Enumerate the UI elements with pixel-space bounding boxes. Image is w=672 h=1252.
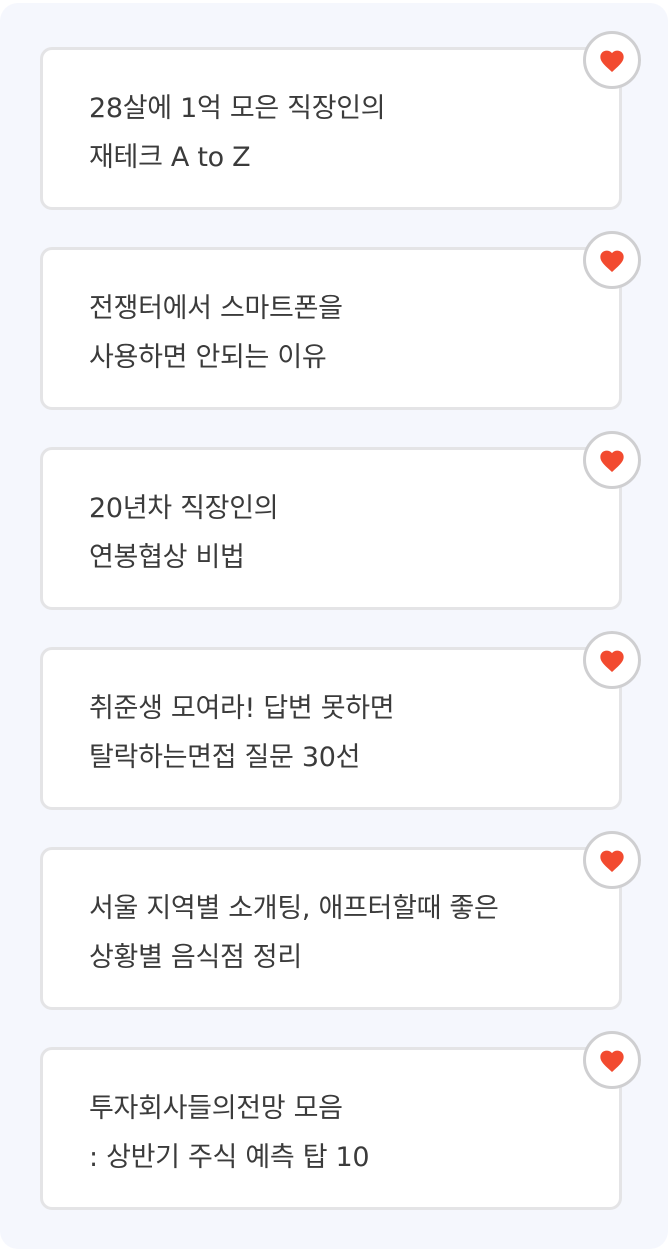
item-title-line-2: 탈락하는면접 질문 30선 <box>89 742 361 773</box>
item-title-line-1: 20년차 직장인의 <box>89 493 279 524</box>
favorites-panel: 28살에 1억 모은 직장인의 재테크 A to Z 전쟁터에서 스마트폰을 사… <box>0 3 668 1249</box>
item-title: 28살에 1억 모은 직장인의 재테크 A to Z <box>89 84 579 182</box>
item-title-line-1: 취준생 모여라! 답변 못하면 <box>89 693 395 724</box>
list-item[interactable]: 전쟁터에서 스마트폰을 사용하면 안되는 이유 <box>40 231 641 410</box>
list-item[interactable]: 투자회사들의전망 모음 : 상반기 주식 예측 탑 10 <box>40 1031 641 1210</box>
list-item[interactable]: 20년차 직장인의 연봉협상 비법 <box>40 431 641 610</box>
heart-icon <box>600 250 624 273</box>
item-title-line-2: 상황별 음식점 정리 <box>89 942 302 973</box>
item-title-line-2: 재테크 A to Z <box>89 142 251 173</box>
heart-icon <box>600 1050 624 1073</box>
heart-icon <box>600 650 624 673</box>
favorites-list: 28살에 1억 모은 직장인의 재테크 A to Z 전쟁터에서 스마트폰을 사… <box>40 31 641 1247</box>
item-title-line-1: 투자회사들의전망 모음 <box>89 1093 343 1124</box>
item-title: 20년차 직장인의 연봉협상 비법 <box>89 484 579 582</box>
item-title-line-2: 사용하면 안되는 이유 <box>89 342 327 373</box>
item-title-line-2: : 상반기 주식 예측 탑 10 <box>89 1142 370 1173</box>
item-title-line-1: 서울 지역별 소개팅, 애프터할때 좋은 <box>89 893 499 924</box>
favorite-button[interactable] <box>583 831 641 889</box>
favorite-button[interactable] <box>583 1031 641 1089</box>
item-title-line-2: 연봉협상 비법 <box>89 542 245 573</box>
list-item[interactable]: 28살에 1억 모은 직장인의 재테크 A to Z <box>40 31 641 210</box>
item-title-line-1: 28살에 1억 모은 직장인의 <box>89 93 386 124</box>
favorite-button[interactable] <box>583 31 641 89</box>
item-title: 취준생 모여라! 답변 못하면 탈락하는면접 질문 30선 <box>89 684 579 782</box>
item-title: 투자회사들의전망 모음 : 상반기 주식 예측 탑 10 <box>89 1084 579 1182</box>
heart-icon <box>600 50 624 73</box>
item-title: 전쟁터에서 스마트폰을 사용하면 안되는 이유 <box>89 284 579 382</box>
heart-icon <box>600 850 624 873</box>
item-title-line-1: 전쟁터에서 스마트폰을 <box>89 293 343 324</box>
favorite-button[interactable] <box>583 231 641 289</box>
favorite-button[interactable] <box>583 431 641 489</box>
favorite-button[interactable] <box>583 631 641 689</box>
list-item[interactable]: 서울 지역별 소개팅, 애프터할때 좋은 상황별 음식점 정리 <box>40 831 641 1010</box>
heart-icon <box>600 450 624 473</box>
item-title: 서울 지역별 소개팅, 애프터할때 좋은 상황별 음식점 정리 <box>89 884 579 982</box>
list-item[interactable]: 취준생 모여라! 답변 못하면 탈락하는면접 질문 30선 <box>40 631 641 810</box>
